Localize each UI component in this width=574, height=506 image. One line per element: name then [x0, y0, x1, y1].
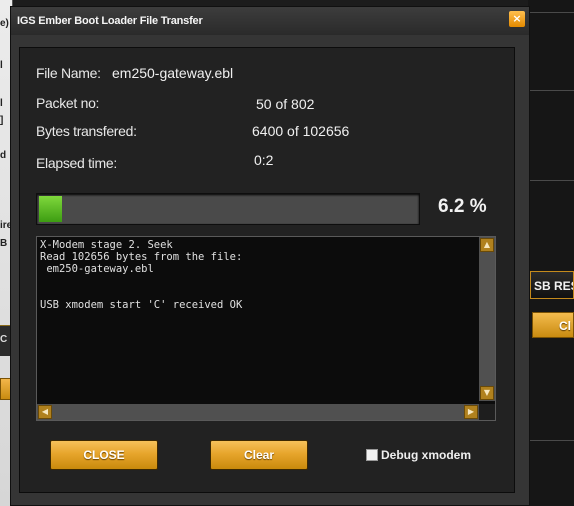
debug-xmodem-label: Debug xmodem [381, 448, 472, 462]
file-name-label: File Name: [36, 65, 101, 81]
scrollbar-corner [479, 404, 495, 420]
divider [528, 90, 574, 91]
close-icon[interactable]: × [509, 11, 525, 27]
divider [528, 12, 574, 13]
divider [528, 440, 574, 441]
file-name-value: em250-gateway.ebl [112, 65, 234, 81]
vertical-scrollbar[interactable]: ▲ ▼ [479, 237, 495, 401]
scroll-down-icon[interactable]: ▼ [480, 386, 494, 400]
bytes-transferred-value: 6400 of 102656 [252, 123, 350, 139]
packet-value: 50 of 802 [256, 96, 315, 112]
dialog-title: IGS Ember Boot Loader File Transfer [17, 15, 203, 27]
close-button[interactable]: CLOSE [50, 440, 158, 470]
file-transfer-dialog: IGS Ember Boot Loader File Transfer × Fi… [10, 6, 530, 506]
progress-fill [39, 196, 62, 222]
background-app-right-edge: SB RES Cl [528, 0, 574, 506]
dialog-titlebar[interactable]: IGS Ember Boot Loader File Transfer × [11, 7, 529, 35]
log-output[interactable]: X-Modem stage 2. Seek Read 102656 bytes … [36, 236, 496, 421]
dialog-content-panel: File Name: em250-gateway.ebl Packet no: … [19, 47, 515, 493]
debug-xmodem-checkbox[interactable] [366, 449, 378, 461]
scroll-up-icon[interactable]: ▲ [480, 238, 494, 252]
log-text: X-Modem stage 2. Seek Read 102656 bytes … [40, 239, 243, 311]
horizontal-scrollbar[interactable]: ◀ ▶ [37, 404, 479, 420]
usb-reset-button[interactable]: SB RES [530, 271, 574, 299]
clear-button[interactable]: Clear [210, 440, 308, 470]
elapsed-time-value: 0:2 [254, 152, 274, 168]
bytes-transferred-label: Bytes transfered: [36, 123, 137, 139]
scroll-left-icon[interactable]: ◀ [38, 405, 52, 419]
background-close-button[interactable]: Cl [532, 312, 574, 338]
packet-label: Packet no: [36, 95, 100, 111]
progress-percent: 6.2 % [438, 196, 487, 217]
elapsed-time-label: Elapsed time: [36, 155, 117, 171]
scroll-right-icon[interactable]: ▶ [464, 405, 478, 419]
progress-bar [36, 193, 420, 225]
divider [528, 180, 574, 181]
